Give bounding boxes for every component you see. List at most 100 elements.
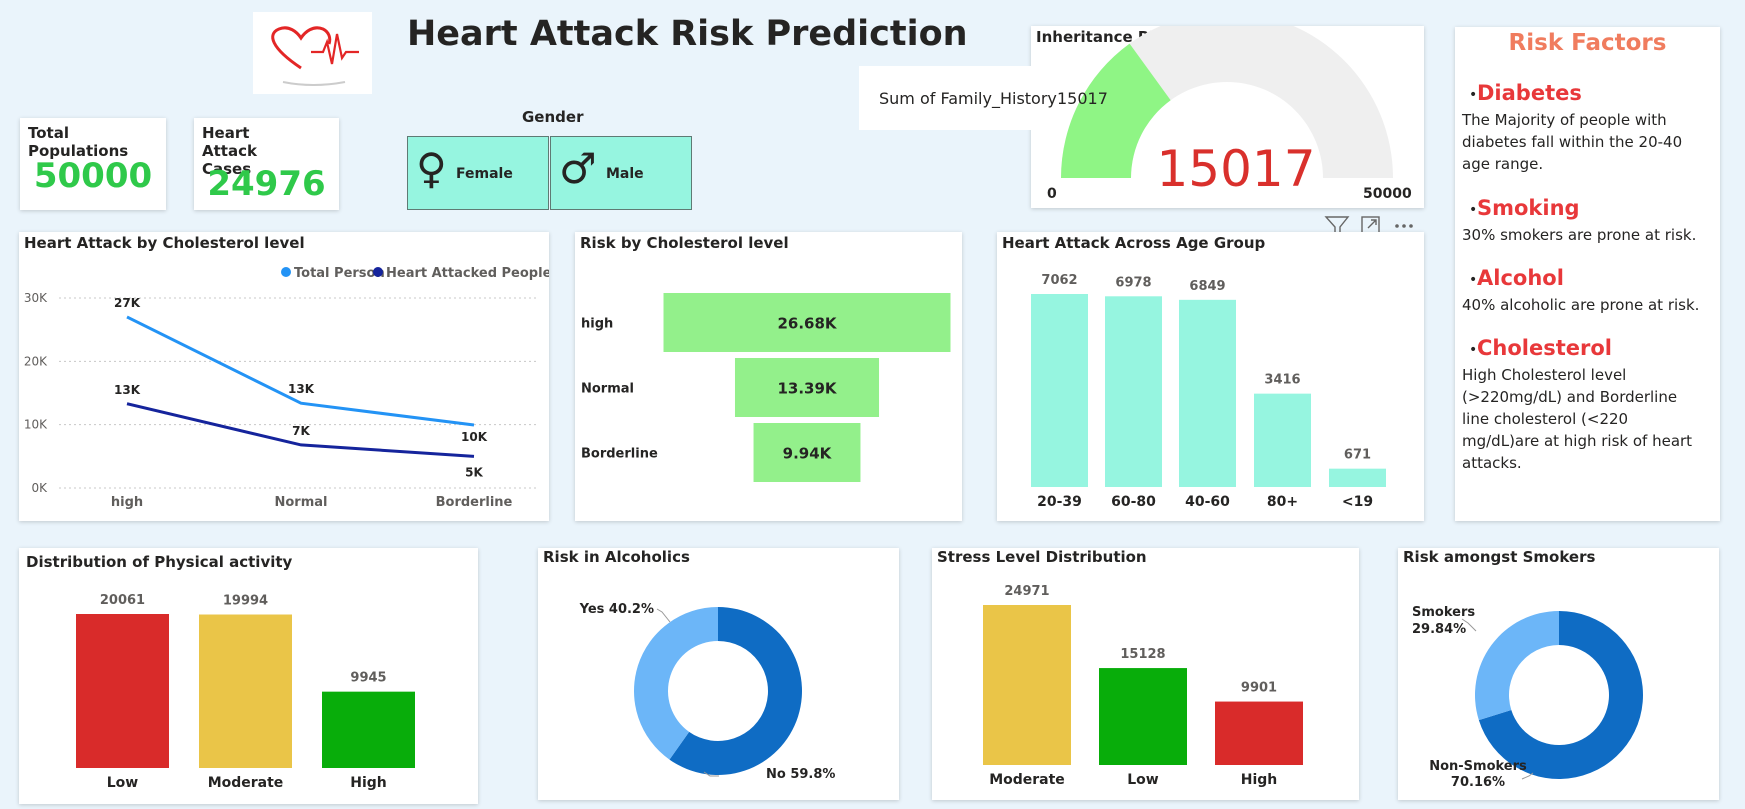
page-title: Heart Attack Risk Prediction [407,14,968,54]
category-label: High [1241,772,1278,788]
data-label: 671 [1344,448,1371,463]
data-label: Smokers [1412,605,1475,620]
data-label: 3416 [1264,373,1300,388]
gauge-tooltip: Sum of Family_History [859,66,1057,130]
logo [253,12,372,94]
cholesterol-funnel-card[interactable]: Risk by Cholesterol level 26.68K high 13.3… [575,232,962,521]
data-label: 29.84% [1412,622,1466,637]
kpi-heart-attack-cases: Heart Attack Cases 24976 [194,118,339,210]
funnel-chart: 26.68K high 13.39K Normal 9.94K Borderline [581,293,951,482]
kpi-value: 24976 [207,164,326,204]
legend-marker [373,267,383,277]
line-chart: 0K 10K 20K 30K high Normal Borderline 27K 13K 10K… [24,266,549,510]
gauge-max-label: 50000 [1363,186,1412,202]
risk-factor-text: 30% smokers are prone at risk. [1462,226,1697,244]
data-label: 6849 [1189,279,1225,294]
data-label: 70.16% [1451,775,1505,790]
gauge-min-label: 0 [1047,186,1057,202]
stress-card[interactable]: Stress Level Distribution 24971 Moderate 1… [932,548,1359,800]
y-tick-label: 10K [24,418,48,432]
gender-slicer-title: Gender [522,108,584,126]
category-label: 40-60 [1185,494,1230,510]
data-label: 9.94K [783,445,833,463]
y-tick-label: 20K [24,354,48,368]
age-group-card[interactable]: Heart Attack Across Age Group 7062 20-39 6… [997,232,1424,521]
category-label: Moderate [989,772,1065,788]
bar-chart: 20061 Low 19994 Moderate 9945 High [76,593,415,791]
data-label: 7062 [1041,273,1077,288]
bar [1031,294,1088,487]
data-label: 13K [114,383,141,397]
data-label: 10K [461,430,488,444]
inheritance-risk-card[interactable]: Inheritance Risk 15017 0 50000 [1031,26,1424,208]
more-options-icon[interactable] [1395,224,1413,228]
data-label: Non-Smokers [1429,759,1527,774]
category-label: high [581,317,613,332]
category-label: <19 [1342,494,1373,510]
kpi-total-populations: Total Populations 50000 [20,118,166,210]
data-label: 15128 [1120,647,1165,662]
kpi-value: 50000 [33,156,153,196]
bar [1179,299,1236,487]
bar-chart: 24971 Moderate 15128 Low 9901 High [983,584,1303,788]
category-label: High [350,775,387,791]
gender-male-button[interactable]: ♂ Male [550,136,692,210]
data-label: Yes 40.2% [579,602,654,617]
risk-factor-heading: Alcohol [1477,266,1564,290]
data-label: 26.68K [777,315,837,333]
cholesterol-line-card[interactable]: Heart Attack by Cholesterol level 0K 10K 2… [19,232,549,521]
physical-activity-card[interactable]: Distribution of Physical activity 20061 L… [19,548,478,804]
category-label: 20-39 [1037,494,1082,510]
y-tick-label: 30K [24,291,48,305]
bar [76,614,169,768]
data-label: 13.39K [777,380,837,398]
category-label: Borderline [581,447,658,462]
bar [1254,393,1311,487]
legend-label: Heart Attacked People [386,266,549,281]
category-label: Low [1127,772,1159,788]
series-line [126,315,475,427]
data-label: 6978 [1115,275,1151,290]
risk-factors-title: Risk Factors [1508,30,1667,56]
female-symbol-icon: ♀ [416,144,447,193]
smokers-card[interactable]: Risk amongst Smokers Smokers 29.84% Non-Sm… [1398,548,1719,800]
gender-female-button[interactable]: ♀ Female [407,136,549,210]
gender-female-label: Female [456,166,513,182]
data-label: 24971 [1004,584,1049,599]
kpi-label: Total Populations [28,124,129,160]
data-label: 7K [292,424,310,438]
donut-chart: Yes 40.2% No 59.8% [579,602,836,782]
alcoholics-card[interactable]: Risk in Alcoholics Yes 40.2% No 59.8% [538,548,899,800]
data-label: No 59.8% [766,767,835,782]
bar [322,691,415,768]
gauge-value: 15017 [1156,140,1316,198]
tooltip-label: Sum of Family_History [879,89,1057,108]
category-label: 80+ [1267,494,1298,510]
risk-factors-panel: Risk Factors • Diabetes The Majority of … [1455,27,1720,521]
tooltip-value: 15017 [1057,89,1108,108]
donut-chart: Smokers 29.84% Non-Smokers70.16% [1412,605,1643,790]
data-label: 13K [288,382,315,396]
risk-factor-heading: Smoking [1477,196,1580,220]
data-label: 19994 [223,594,268,609]
legend-marker [281,267,291,277]
data-label: 20061 [100,593,145,608]
data-label: 27K [114,296,141,310]
risk-factor-heading: Cholesterol [1477,336,1612,360]
x-tick-label: Borderline [436,495,513,510]
risk-factor-text: High Cholesterol level (>220mg/dL) and B… [1462,366,1693,472]
bar [199,614,292,768]
y-tick-label: 0K [31,481,48,495]
donut-slice [1475,611,1559,721]
data-label: 5K [465,465,483,479]
category-label: Moderate [208,775,284,791]
gender-male-label: Male [606,166,644,182]
bar [1215,701,1303,765]
bar [983,605,1071,765]
x-tick-label: high [111,495,143,510]
category-label: Normal [581,382,634,397]
legend-label: Total Person [294,266,385,281]
heart-ecg-icon [271,26,359,86]
category-label: Low [107,775,139,791]
x-tick-label: Normal [275,495,328,510]
